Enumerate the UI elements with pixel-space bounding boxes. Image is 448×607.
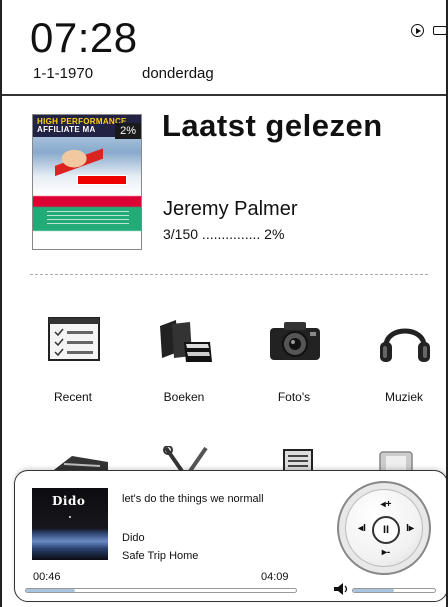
volume-up-button[interactable]: ◂+	[375, 497, 397, 513]
e-reader-home-screen: 07:28 1-1-1970 donderdag HIGH PERFORMANC…	[0, 0, 448, 607]
cover-tag	[77, 175, 127, 185]
album-art-dot	[69, 516, 71, 518]
track-artist: Dido	[122, 532, 145, 544]
music-player-panel: Dido let's do the things we normall Dido…	[14, 470, 446, 602]
app-music[interactable]: Muziek	[354, 312, 446, 412]
playback-progress-fill	[26, 589, 75, 592]
app-books[interactable]: Boeken	[134, 312, 234, 412]
app-label: Boeken	[163, 390, 205, 404]
last-read-heading[interactable]: Laatst gelezen	[162, 108, 383, 144]
reading-progress: 3/150 ............... 2%	[163, 226, 285, 242]
date: 1-1-1970	[33, 65, 94, 82]
next-track-button[interactable]: I▸	[399, 521, 421, 537]
album-art[interactable]: Dido	[32, 488, 108, 560]
cover-illustration	[55, 145, 103, 179]
battery-icon	[433, 26, 446, 35]
clock: 07:28	[30, 14, 138, 61]
pause-button[interactable]: II	[372, 516, 400, 544]
status-bar: 07:28 1-1-1970 donderdag	[2, 0, 446, 96]
weekday: donderdag	[142, 65, 214, 82]
time-elapsed: 00:46	[33, 571, 61, 583]
app-label: Recent	[53, 390, 93, 404]
book-author: Jeremy Palmer	[163, 198, 298, 220]
track-title: let's do the things we normall	[122, 493, 264, 505]
app-photos[interactable]: Foto's	[244, 312, 344, 412]
previous-track-button[interactable]: ◂I	[351, 521, 373, 537]
album-art-title: Dido	[52, 494, 86, 508]
volume-slider[interactable]	[352, 588, 436, 593]
books-icon	[160, 320, 212, 362]
app-label: Foto's	[277, 390, 311, 404]
volume-icon[interactable]	[333, 583, 349, 595]
playback-progress-bar[interactable]	[25, 588, 297, 593]
play-circle-icon	[411, 24, 424, 37]
track-album: Safe Trip Home	[122, 550, 199, 562]
section-divider	[30, 274, 428, 275]
volume-fill	[353, 589, 394, 592]
app-recent[interactable]: Recent	[23, 312, 123, 412]
checklist-icon	[48, 317, 100, 361]
headphones-icon	[380, 328, 430, 362]
app-label: Muziek	[384, 390, 423, 404]
camera-icon	[270, 322, 320, 360]
volume-down-button[interactable]: ▸-	[375, 545, 397, 561]
cover-percent-badge: 2%	[115, 123, 141, 139]
book-cover[interactable]: HIGH PERFORMANCE AFFILIATE MA 2%	[32, 114, 142, 250]
time-total: 04:09	[261, 571, 289, 583]
app-grid: Recent Boeken Foto's Muziek	[2, 312, 446, 412]
cover-text-lines	[47, 211, 129, 225]
playback-dpad: ◂+ ▸- ◂I I▸ II	[337, 481, 431, 575]
